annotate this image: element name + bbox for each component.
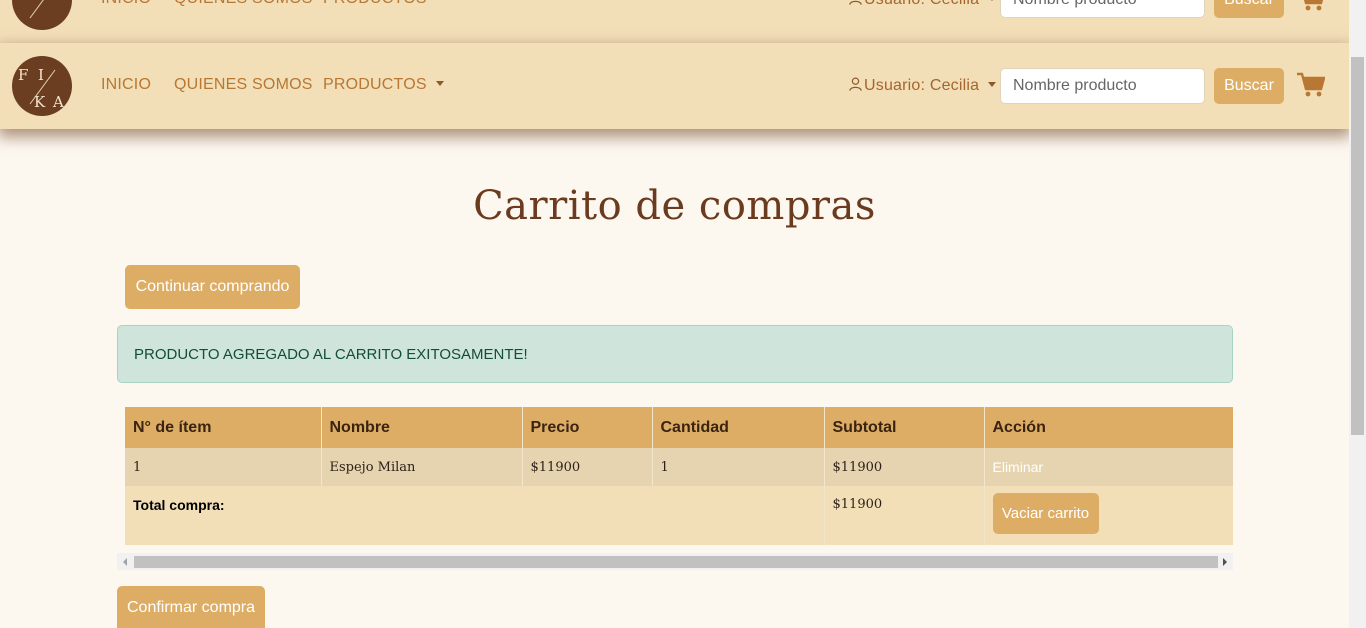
user-menu[interactable]: Usuario: Cecilia xyxy=(848,76,997,95)
column-header: Subtotal xyxy=(824,407,985,448)
chevron-down-icon xyxy=(988,82,997,87)
search-input-ghost[interactable] xyxy=(1000,0,1205,18)
logo-ghost[interactable]: F I xyxy=(12,0,72,30)
user-menu-ghost[interactable]: Usuario: Cecilia xyxy=(848,0,997,9)
success-alert: PRODUCTO AGREGADO AL CARRITO EXITOSAMENT… xyxy=(117,325,1233,383)
logo-letter: F xyxy=(18,66,28,84)
nav-inicio-ghost[interactable]: INICIO xyxy=(101,0,151,8)
logo-letter: K xyxy=(34,93,46,111)
nav-productos[interactable]: PRODUCTOS xyxy=(323,76,444,94)
navbar-ghost: F I INICIO QUIENES SOMOS PRODUCTOS Usuar… xyxy=(0,0,1349,45)
item-price: $11900 xyxy=(522,448,653,486)
item-quantity: 1 xyxy=(652,448,825,486)
continue-shopping-button[interactable]: Continuar comprando xyxy=(125,265,300,309)
logo-letter: A xyxy=(52,93,64,111)
item-action: Eliminar xyxy=(984,448,1233,486)
logo-letter: I xyxy=(38,66,44,84)
shopping-cart-icon[interactable] xyxy=(1297,72,1325,98)
column-header: Acción xyxy=(984,407,1233,448)
nav-productos-label: PRODUCTOS xyxy=(323,0,427,7)
table-header-row: N° de ítem Nombre Precio Cantidad Subtot… xyxy=(125,407,1233,448)
logo[interactable]: F I K A xyxy=(12,56,72,116)
total-value: $11900 xyxy=(824,486,985,545)
scroll-right-icon[interactable] xyxy=(1223,558,1227,566)
cart-table: N° de ítem Nombre Precio Cantidad Subtot… xyxy=(125,407,1233,545)
item-name: Espejo Milan xyxy=(321,448,523,486)
search-button-ghost[interactable]: Buscar xyxy=(1214,0,1284,18)
search-input[interactable] xyxy=(1000,68,1205,104)
total-label-cell: Total compra: xyxy=(125,486,825,545)
scroll-left-icon[interactable] xyxy=(123,558,127,566)
total-label: Total compra: xyxy=(133,497,225,513)
table-row: 1 Espejo Milan $11900 1 $11900 Eliminar xyxy=(125,448,1233,486)
column-header: N° de ítem xyxy=(125,407,322,448)
column-header: Nombre xyxy=(321,407,523,448)
total-action-cell: Vaciar carrito xyxy=(984,486,1233,545)
user-icon xyxy=(849,0,862,5)
search-button[interactable]: Buscar xyxy=(1214,68,1284,104)
empty-cart-button[interactable]: Vaciar carrito xyxy=(992,493,1099,534)
chevron-down-icon xyxy=(988,0,997,1)
chevron-down-icon xyxy=(435,81,444,86)
nav-productos-label: PRODUCTOS xyxy=(323,76,427,93)
item-number: 1 xyxy=(125,448,322,486)
remove-item-link[interactable]: Eliminar xyxy=(993,459,1044,475)
shopping-cart-icon[interactable] xyxy=(1297,0,1325,12)
nav-productos-ghost[interactable]: PRODUCTOS xyxy=(323,0,444,8)
total-row: Total compra: $11900 Vaciar carrito xyxy=(125,486,1233,545)
user-icon xyxy=(849,77,862,91)
navbar: F I K A INICIO QUIENES SOMOS PRODUCTOS U… xyxy=(0,43,1349,129)
confirm-purchase-button[interactable]: Confirmar compra xyxy=(117,586,265,628)
column-header: Cantidad xyxy=(652,407,825,448)
nav-quienes-somos-ghost[interactable]: QUIENES SOMOS xyxy=(174,0,313,8)
user-name: Usuario: Cecilia xyxy=(864,77,980,94)
nav-quienes-somos[interactable]: QUIENES SOMOS xyxy=(174,76,313,94)
user-name: Usuario: Cecilia xyxy=(864,0,979,8)
item-subtotal: $11900 xyxy=(824,448,985,486)
horizontal-scrollbar[interactable] xyxy=(117,553,1233,570)
horizontal-scroll-thumb[interactable] xyxy=(134,556,1218,568)
nav-inicio[interactable]: INICIO xyxy=(101,76,151,94)
vertical-scroll-thumb[interactable] xyxy=(1351,57,1364,435)
cart-table-container: N° de ítem Nombre Precio Cantidad Subtot… xyxy=(125,407,1233,545)
page-title: Carrito de compras xyxy=(473,183,876,229)
column-header: Precio xyxy=(522,407,653,448)
vertical-scrollbar[interactable] xyxy=(1349,0,1366,628)
